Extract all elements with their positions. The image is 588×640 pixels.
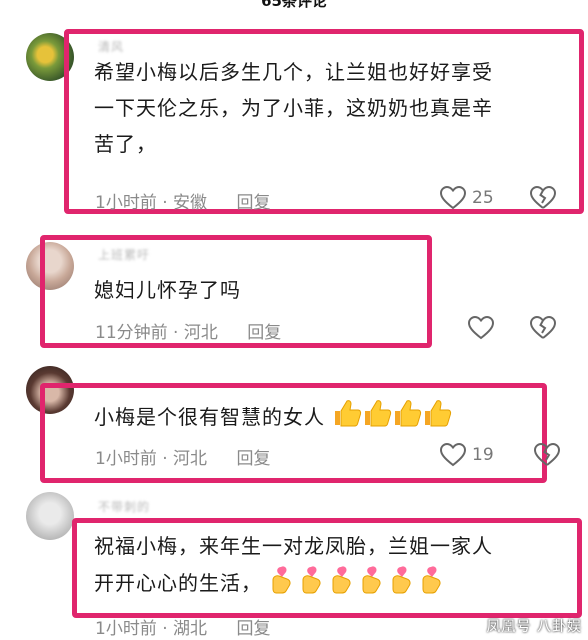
comment-text-line: 一下天伦之乐，为了小菲，这奶奶也真是辛 [94, 96, 493, 120]
comment-time: 1小时前 [95, 193, 157, 213]
comment-text-line: 苦了， [94, 132, 157, 156]
reply-button[interactable]: 回复 [236, 193, 270, 213]
comment-text-line: 开开心心的生活， [94, 571, 262, 595]
like-icon[interactable] [468, 316, 494, 340]
comment-meta: 11分钟前 · 河北 回复 [95, 323, 282, 343]
comment-text: 祝福小梅，来年生一对龙凤胎，兰姐一家人 开开心心的生活， [94, 528, 574, 605]
comment-meta: 1小时前 · 河北 回复 [95, 449, 271, 469]
comment-text-line: 媳妇儿怀孕了吗 [94, 278, 241, 302]
comment-text: 希望小梅以后多生几个，让兰姐也好好享受 一下天伦之乐，为了小菲，这奶奶也真是辛 … [94, 54, 574, 162]
comment-time: 11分钟前 [95, 323, 168, 343]
username[interactable]: 不带刺的 [98, 498, 150, 515]
comment-text-line: 希望小梅以后多生几个，让兰姐也好好享受 [94, 60, 493, 84]
comment-location: 安徽 [173, 193, 208, 213]
comment-meta: 1小时前 · 安徽 回复 [95, 193, 271, 213]
dislike-icon[interactable] [534, 443, 560, 467]
like-count: 25 [472, 188, 494, 208]
dislike-icon[interactable] [530, 186, 556, 210]
comment-location: 河北 [183, 323, 218, 343]
comment-time: 1小时前 [95, 619, 157, 639]
comment-meta: 1小时前 · 湖北 回复 [95, 619, 271, 639]
reply-button[interactable]: 回复 [247, 323, 281, 343]
comment-text-line: 祝福小梅，来年生一对龙凤胎，兰姐一家人 [94, 534, 493, 558]
like-icon[interactable] [440, 443, 466, 467]
comment-location: 湖北 [173, 619, 208, 639]
like-count: 19 [472, 445, 494, 465]
like-icon[interactable] [440, 186, 466, 210]
comment-text: 小梅是个很有智慧的女人 [94, 398, 454, 439]
reply-button[interactable]: 回复 [236, 449, 270, 469]
reply-button[interactable]: 回复 [236, 619, 270, 639]
comment-text: 媳妇儿怀孕了吗 [94, 272, 241, 308]
comment-text-line: 小梅是个很有智慧的女人 [94, 405, 325, 429]
watermark: 凤凰号 八卦娱 [486, 619, 582, 635]
comment-count-title: 65条评论 [261, 0, 327, 10]
comment-location: 河北 [173, 449, 208, 469]
comment-time: 1小时前 [95, 449, 157, 469]
dislike-icon[interactable] [530, 316, 556, 340]
thumbs-up-icon [332, 398, 454, 439]
avatar[interactable] [26, 492, 74, 540]
finger-heart-icon [269, 564, 447, 605]
